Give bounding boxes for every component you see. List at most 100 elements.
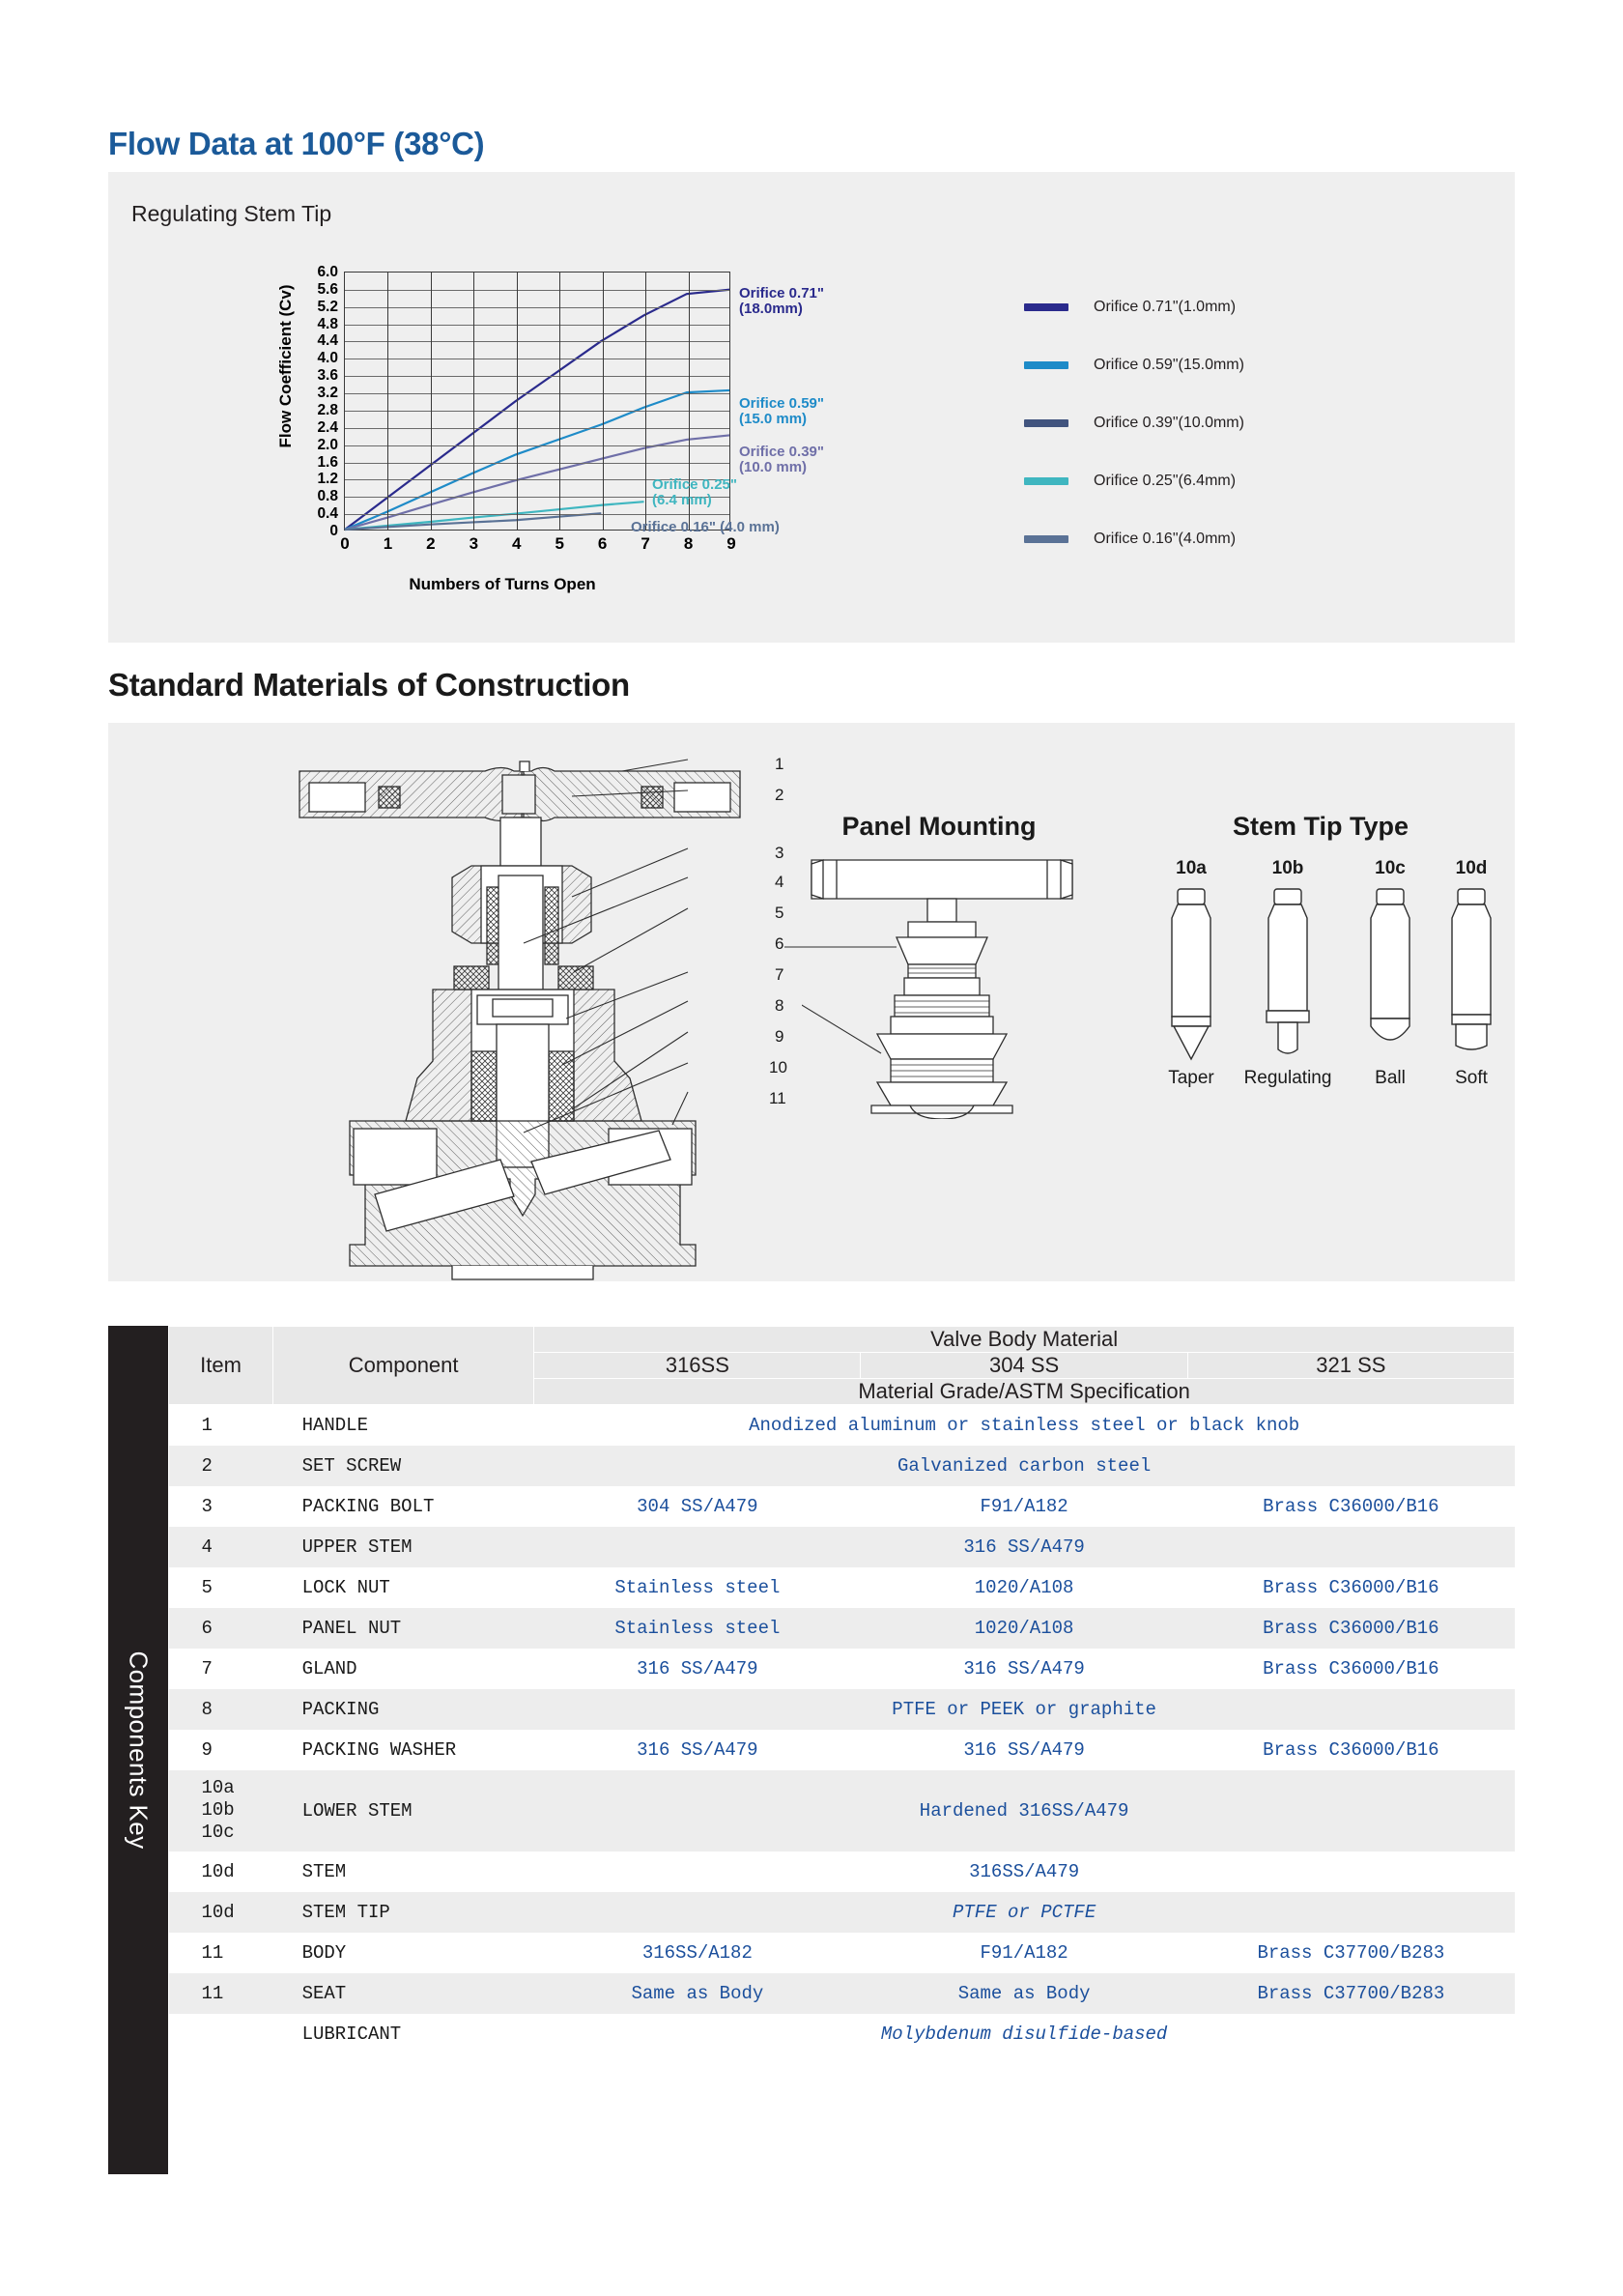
x-tick-label: 4 xyxy=(512,534,522,553)
stem-tip-10b-id: 10b xyxy=(1271,858,1304,878)
cell-material-1: Same as Body xyxy=(533,1972,861,2014)
table-row: 3 PACKING BOLT 304 SS/A479 F91/A182 Brass C3… xyxy=(168,1485,1515,1527)
cell-material-1: 316 SS/A479 xyxy=(533,1648,861,1689)
legend-swatch xyxy=(1024,303,1068,311)
cell-material-3: Brass C37700/B283 xyxy=(1187,1932,1515,1973)
cell-material-span: PTFE or PEEK or graphite xyxy=(533,1688,1515,1730)
y-tick-label: 4.4 xyxy=(317,332,338,350)
components-key-label: Components Key xyxy=(124,1650,154,1850)
cell-material-1: 304 SS/A479 xyxy=(533,1485,861,1527)
cell-material-3: Brass C36000/B16 xyxy=(1187,1648,1515,1689)
taper-tip-icon xyxy=(1171,888,1211,1061)
curve-label-line: (18.0mm) xyxy=(739,301,803,318)
x-tick-label: 0 xyxy=(340,534,350,553)
th-component: Component xyxy=(272,1326,535,1405)
legend-swatch xyxy=(1024,361,1068,369)
flow-chart: Flow Coefficient (Cv) Numbers of Turns O… xyxy=(243,264,920,602)
y-tick-label: 2.4 xyxy=(317,418,338,436)
gridline-h xyxy=(345,289,729,291)
cell-component: LOWER STEM xyxy=(272,1769,534,1851)
legend-swatch xyxy=(1024,535,1068,543)
cell-item-line: 10a xyxy=(201,1776,235,1798)
cell-material-3: Brass C37700/B283 xyxy=(1187,1972,1515,2014)
cell-material-2: Same as Body xyxy=(860,1972,1188,2014)
legend-item-1: Orifice 0.59"(15.0mm) xyxy=(1024,336,1430,394)
th-valve-body-material: Valve Body Material xyxy=(533,1326,1515,1353)
gridline-h xyxy=(345,427,729,429)
soft-tip-icon xyxy=(1451,888,1492,1050)
table-row: 7 GLAND 316 SS/A479 316 SS/A479 Brass C36000… xyxy=(168,1648,1515,1689)
x-tick-label: 7 xyxy=(641,534,650,553)
y-tick-label: 5.2 xyxy=(317,298,338,315)
gridline-v xyxy=(559,273,561,530)
callout-11: 11 xyxy=(769,1089,786,1107)
cell-component: GLAND xyxy=(272,1648,534,1689)
cell-material-3: Brass C36000/B16 xyxy=(1187,1729,1515,1770)
table-row: 11 BODY 316SS/A182 F91/A182 Brass C37700/B28… xyxy=(168,1932,1515,1973)
x-tick-label: 9 xyxy=(726,534,736,553)
legend-swatch xyxy=(1024,419,1068,427)
x-tick-label: 5 xyxy=(555,534,564,553)
cell-item: 5 xyxy=(168,1566,273,1608)
curve-label-0: Orifice 0.71" (18.0mm) xyxy=(739,285,824,318)
x-tick-label: 1 xyxy=(383,534,393,553)
th-material-304ss: 304 SS xyxy=(860,1352,1188,1379)
cell-material-2: 1020/A108 xyxy=(860,1566,1188,1608)
cell-item: 6 xyxy=(168,1607,273,1649)
cell-component: SEAT xyxy=(272,1972,534,2014)
flow-subtitle: Regulating Stem Tip xyxy=(131,201,332,226)
y-tick-label: 2.0 xyxy=(317,436,338,453)
cell-component: PACKING xyxy=(272,1688,534,1730)
y-tick-label: 1.2 xyxy=(317,471,338,488)
legend-item-3: Orifice 0.25"(6.4mm) xyxy=(1024,452,1430,510)
gridline-h xyxy=(345,324,729,326)
legend-item-4: Orifice 0.16"(4.0mm) xyxy=(1024,510,1430,568)
gridline-v xyxy=(473,273,475,530)
flow-data-panel: Regulating Stem Tip Flow Coefficient (Cv… xyxy=(108,172,1515,643)
y-tick-label: 3.2 xyxy=(317,385,338,402)
series-line-3 xyxy=(344,501,644,531)
y-tick-label: 1.6 xyxy=(317,453,338,471)
cell-item-line: 10c xyxy=(201,1822,235,1844)
stem-tip-10a: 10a Taper xyxy=(1138,858,1244,1089)
curve-label-line: (15.0 mm) xyxy=(739,411,808,428)
curve-label-2: Orifice 0.39" (10.0 mm) xyxy=(739,444,824,475)
legend-label: Orifice 0.71"(1.0mm) xyxy=(1094,299,1237,315)
callout-3: 3 xyxy=(775,844,784,862)
y-axis-title: Flow Coefficient (Cv) xyxy=(276,284,295,448)
stem-tip-10b-name: Regulating xyxy=(1243,1068,1332,1088)
materials-table: Item Component Valve Body Material 316SS… xyxy=(167,1326,1516,2054)
callout-5: 5 xyxy=(775,904,784,922)
components-key-sidebar: Components Key xyxy=(108,1326,168,2174)
cell-component: LOCK NUT xyxy=(272,1566,534,1608)
callout-2: 2 xyxy=(775,786,784,804)
table-row: 9 PACKING WASHER 316 SS/A479 316 SS/A479 Bra… xyxy=(168,1729,1515,1770)
stem-tip-heading: Stem Tip Type xyxy=(1232,812,1409,841)
valve-cross-section-diagram xyxy=(299,759,741,1280)
cell-item xyxy=(168,2013,273,2054)
cell-item: 10d xyxy=(168,1851,273,1892)
x-axis-title: Numbers of Turns Open xyxy=(409,575,596,593)
x-tick-label: 2 xyxy=(426,534,436,553)
y-tick-label: 4.8 xyxy=(317,315,338,332)
cell-item: 11 xyxy=(168,1932,273,1973)
cell-item: 10a 10b 10c xyxy=(168,1769,273,1851)
cell-component: UPPER STEM xyxy=(272,1526,534,1567)
curve-label-line: Orifice 0.39" xyxy=(739,444,824,460)
cell-component: PACKING BOLT xyxy=(272,1485,534,1527)
callout-9: 9 xyxy=(775,1027,784,1046)
chart-plot-area: 0 0.4 0.8 1.2 1.6 2.0 2.4 2.8 3.2 3.6 4.0 4.4 4.8 5.2… xyxy=(317,264,824,553)
x-tick-label: 6 xyxy=(597,534,608,553)
stem-tip-10a-id: 10a xyxy=(1176,858,1207,878)
legend-label: Orifice 0.39"(10.0mm) xyxy=(1094,415,1244,431)
table-row: 4 UPPER STEM 316 SS/A479 xyxy=(168,1526,1515,1567)
y-tick-label: 3.6 xyxy=(317,367,338,385)
cell-item: 4 xyxy=(168,1526,273,1567)
cell-component: SET SCREW xyxy=(272,1445,534,1486)
y-tick-label: 0 xyxy=(329,523,338,539)
cell-material-2: 316 SS/A479 xyxy=(860,1729,1188,1770)
cell-item-line: 10b xyxy=(201,1798,235,1821)
page-title: Flow Data at 100°F (38°C) xyxy=(108,126,485,161)
table-row: 10d STEM TIP PTFE or PCTFE xyxy=(168,1891,1515,1933)
legend-label: Orifice 0.59"(15.0mm) xyxy=(1094,357,1244,373)
